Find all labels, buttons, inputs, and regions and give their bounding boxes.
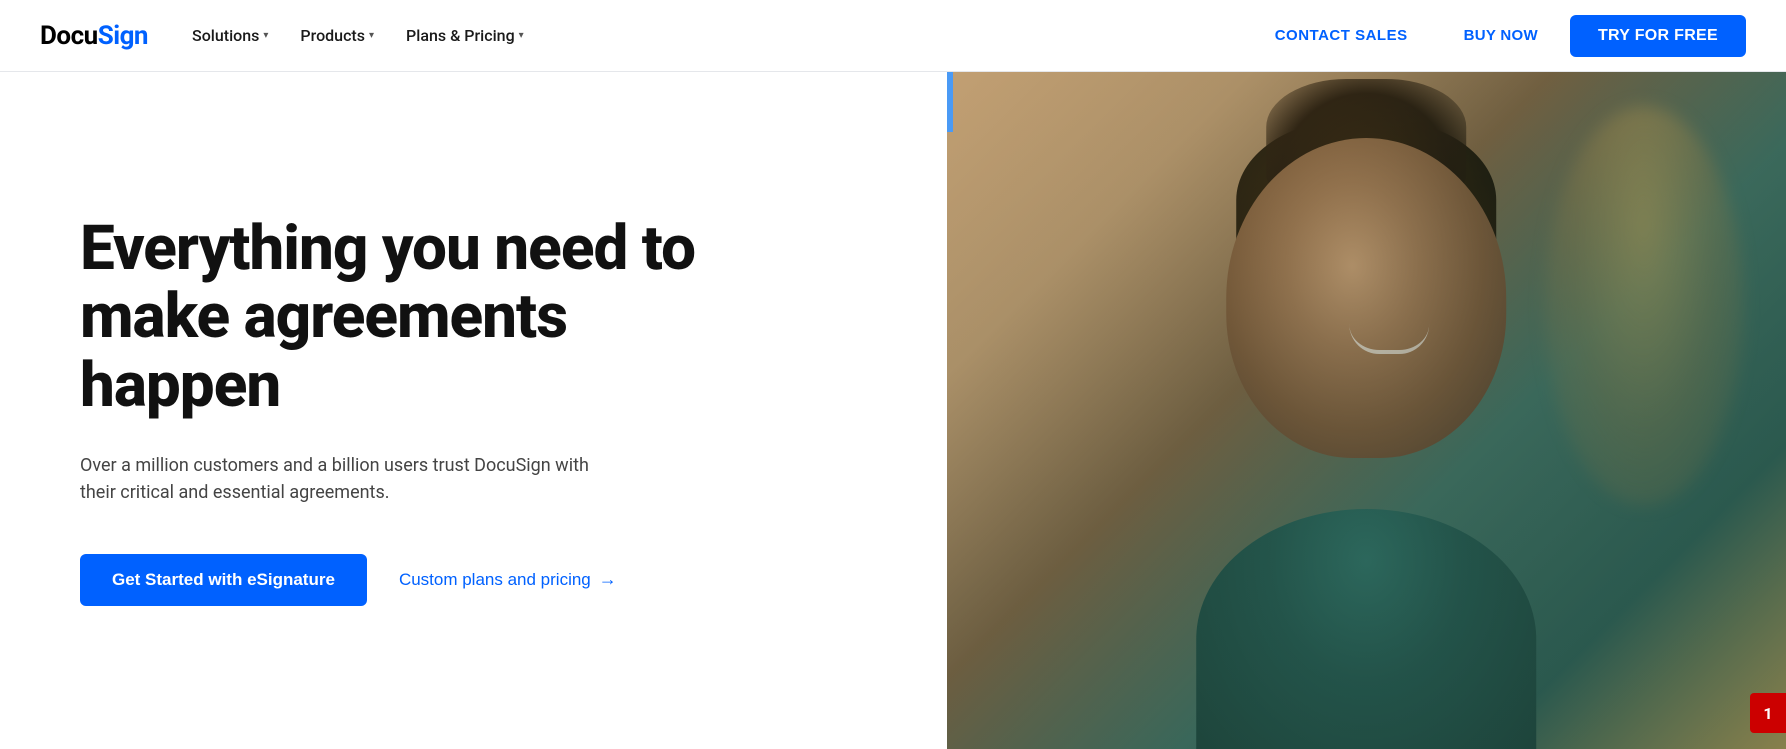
contact-sales-button[interactable]: CONTACT SALES (1251, 17, 1432, 54)
notification-count: 1 (1763, 704, 1772, 723)
hero-subtext: Over a million customers and a billion u… (80, 452, 600, 506)
logo-sign: Sign (98, 21, 148, 51)
navbar: Docu Sign Solutions ▾ Products ▾ Plans &… (0, 0, 1786, 72)
hero-heading: Everything you need to make agreements h… (80, 215, 760, 420)
navbar-right: CONTACT SALES BUY NOW TRY FOR FREE (1251, 15, 1746, 57)
nav-item-plans-pricing[interactable]: Plans & Pricing ▾ (394, 18, 536, 53)
hero-image: 1 (947, 72, 1786, 749)
arrow-right-icon: → (599, 569, 617, 590)
logo[interactable]: Docu Sign (40, 21, 148, 51)
custom-plans-label: Custom plans and pricing (399, 570, 591, 590)
products-chevron-icon: ▾ (369, 30, 374, 41)
buy-now-button[interactable]: BUY NOW (1440, 17, 1562, 54)
get-started-button[interactable]: Get Started with eSignature (80, 554, 367, 606)
hero-photo: 1 (947, 72, 1786, 749)
custom-plans-button[interactable]: Custom plans and pricing → (399, 569, 617, 590)
try-for-free-button[interactable]: TRY FOR FREE (1570, 15, 1746, 57)
navbar-left: Docu Sign Solutions ▾ Products ▾ Plans &… (40, 18, 536, 53)
nav-item-products[interactable]: Products ▾ (288, 18, 386, 53)
solutions-label: Solutions (192, 26, 259, 45)
nav-item-solutions[interactable]: Solutions ▾ (180, 18, 280, 53)
logo-docu: Docu (40, 21, 98, 51)
solutions-chevron-icon: ▾ (263, 30, 268, 41)
hero-section: Everything you need to make agreements h… (0, 72, 1786, 749)
plans-pricing-label: Plans & Pricing (406, 26, 515, 45)
nav-links: Solutions ▾ Products ▾ Plans & Pricing ▾ (180, 18, 536, 53)
plans-chevron-icon: ▾ (519, 30, 524, 41)
hero-buttons: Get Started with eSignature Custom plans… (80, 554, 867, 606)
products-label: Products (300, 26, 365, 45)
notification-badge[interactable]: 1 (1750, 693, 1786, 733)
hero-left: Everything you need to make agreements h… (0, 72, 947, 749)
image-overlay (947, 72, 1786, 749)
